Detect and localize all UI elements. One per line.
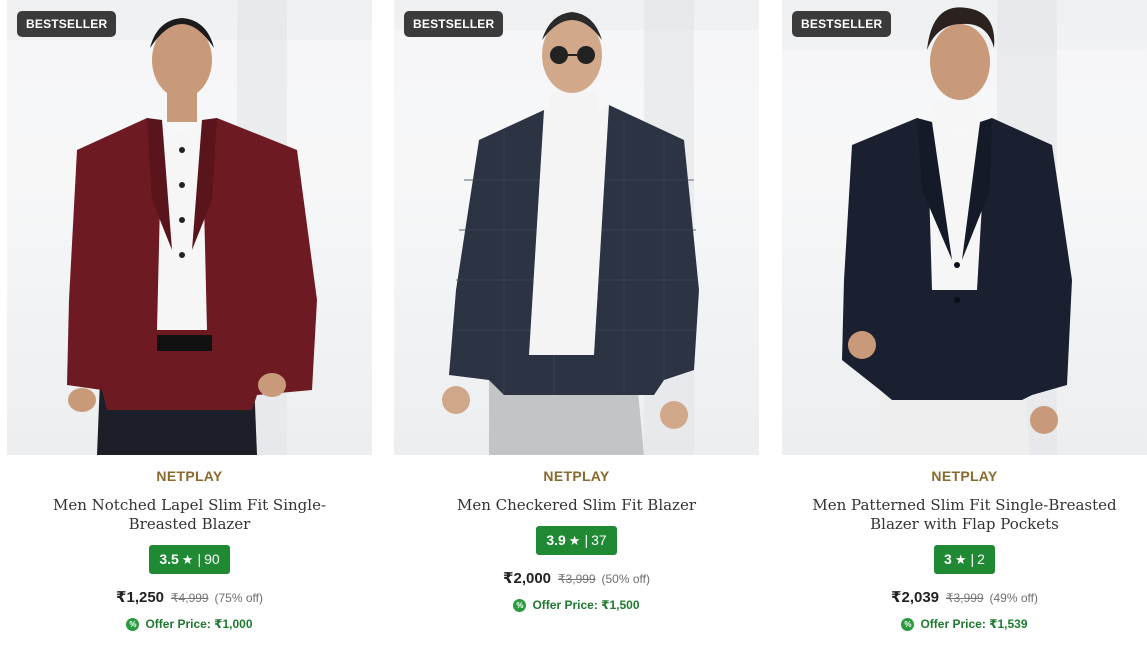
product-title[interactable]: Men Notched Lapel Slim Fit Single-Breast… (20, 496, 360, 534)
product-info: NETPLAY Men Patterned Slim Fit Single-Br… (782, 468, 1147, 631)
bestseller-badge: BESTSELLER (792, 11, 892, 37)
rating-separator: | (197, 551, 202, 567)
product-image[interactable]: BESTSELLER (394, 0, 759, 455)
product-card[interactable]: BESTSELLER NETPLAY Men Patterned Slim Fi… (782, 0, 1147, 646)
percent-tag-icon: % (513, 598, 527, 612)
star-icon: ★ (181, 552, 194, 567)
review-count: 37 (591, 532, 607, 548)
product-image[interactable]: BESTSELLER (782, 0, 1147, 455)
offer-price: Offer Price: ₹1,539 (920, 617, 1028, 631)
review-count: 90 (204, 551, 220, 567)
rating-badge[interactable]: 3.9 ★ | 37 (536, 526, 617, 555)
mrp-price: ₹4,999 (170, 591, 209, 605)
selling-price: ₹1,250 (116, 589, 165, 606)
discount-percent: (49% off) (989, 591, 1038, 605)
percent-tag-icon: % (901, 617, 915, 631)
price-row: ₹1,250 ₹4,999 (75% off) (7, 588, 372, 606)
rating-badge[interactable]: 3 ★ | 2 (934, 545, 995, 574)
offer-price-row: % Offer Price: ₹1,539 (782, 617, 1147, 631)
rating-value: 3.5 (159, 551, 179, 567)
product-info: NETPLAY Men Notched Lapel Slim Fit Singl… (7, 468, 372, 631)
offer-price-row: % Offer Price: ₹1,000 (7, 617, 372, 631)
product-grid: BESTSELLER NETPLAY Men Notched Lapel Sli… (0, 0, 1147, 646)
product-info: NETPLAY Men Checkered Slim Fit Blazer 3.… (394, 468, 759, 612)
selling-price: ₹2,039 (891, 589, 940, 606)
rating-separator: | (970, 551, 975, 567)
rating-separator: | (584, 532, 589, 548)
product-title[interactable]: Men Patterned Slim Fit Single-Breasted B… (795, 496, 1135, 534)
price-row: ₹2,000 ₹3,999 (50% off) (394, 569, 759, 587)
star-icon: ★ (954, 552, 967, 567)
product-card[interactable]: BESTSELLER NETPLAY Men Checkered Slim Fi… (394, 0, 759, 646)
discount-percent: (75% off) (214, 591, 263, 605)
bestseller-badge: BESTSELLER (17, 11, 117, 37)
offer-price: Offer Price: ₹1,500 (532, 598, 640, 612)
offer-price-row: % Offer Price: ₹1,500 (394, 598, 759, 612)
brand-name: NETPLAY (543, 468, 610, 484)
rating-value: 3.9 (546, 532, 566, 548)
rating-value: 3 (944, 551, 952, 567)
selling-price: ₹2,000 (503, 570, 552, 587)
price-row: ₹2,039 ₹3,999 (49% off) (782, 588, 1147, 606)
bestseller-badge: BESTSELLER (404, 11, 504, 37)
product-image[interactable]: BESTSELLER (7, 0, 372, 455)
offer-price: Offer Price: ₹1,000 (145, 617, 253, 631)
mrp-price: ₹3,999 (945, 591, 984, 605)
review-count: 2 (977, 551, 985, 567)
brand-name: NETPLAY (931, 468, 998, 484)
discount-percent: (50% off) (601, 572, 650, 586)
star-icon: ★ (568, 533, 581, 548)
brand-name: NETPLAY (156, 468, 223, 484)
percent-tag-icon: % (126, 617, 140, 631)
rating-badge[interactable]: 3.5 ★ | 90 (149, 545, 230, 574)
mrp-price: ₹3,999 (557, 572, 596, 586)
product-title[interactable]: Men Checkered Slim Fit Blazer (407, 496, 747, 515)
product-card[interactable]: BESTSELLER NETPLAY Men Notched Lapel Sli… (7, 0, 372, 646)
